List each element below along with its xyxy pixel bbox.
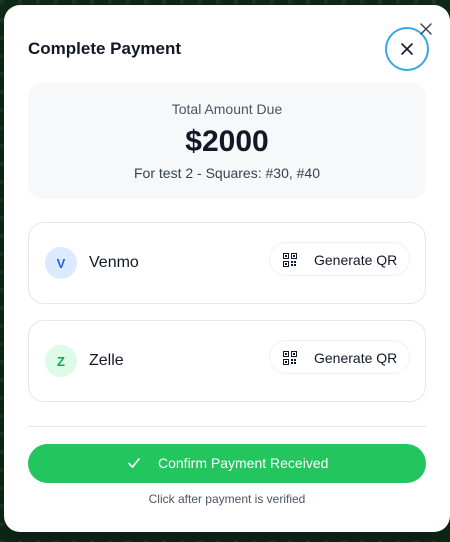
- zelle-qr-label: Generate QR: [314, 350, 398, 366]
- confirm-payment-label: Confirm Payment Received: [158, 455, 329, 471]
- confirm-payment-button[interactable]: Confirm Payment Received: [28, 444, 426, 483]
- zelle-avatar: Z: [45, 345, 77, 377]
- divider: [28, 426, 426, 427]
- total-description: For test 2 - Squares: #30, #40: [134, 165, 320, 181]
- qr-code-icon: [283, 253, 297, 267]
- venmo-avatar: V: [45, 247, 77, 279]
- venmo-generate-qr-button[interactable]: Generate QR: [269, 242, 410, 276]
- qr-code-icon: [283, 351, 297, 365]
- confirm-hint: Click after payment is verified: [148, 492, 306, 506]
- payment-method-venmo: V Venmo Generate QR: [28, 222, 426, 304]
- check-icon: [128, 458, 140, 468]
- venmo-qr-label: Generate QR: [314, 252, 398, 268]
- modal-title: Complete Payment: [28, 39, 182, 58]
- total-label: Total Amount Due: [171, 101, 283, 117]
- close-icon: [401, 43, 413, 55]
- zelle-name: Zelle: [89, 352, 124, 369]
- payment-modal: Complete Payment Total Amount Due $2000 …: [4, 5, 450, 532]
- zelle-generate-qr-button[interactable]: Generate QR: [269, 340, 410, 374]
- venmo-name: Venmo: [89, 254, 139, 271]
- total-amount: $2000: [185, 125, 269, 158]
- payment-method-zelle: Z Zelle Generate QR: [28, 320, 426, 402]
- dismiss-x-icon[interactable]: [420, 23, 432, 35]
- total-summary-card: Total Amount Due $2000 For test 2 - Squa…: [28, 83, 426, 199]
